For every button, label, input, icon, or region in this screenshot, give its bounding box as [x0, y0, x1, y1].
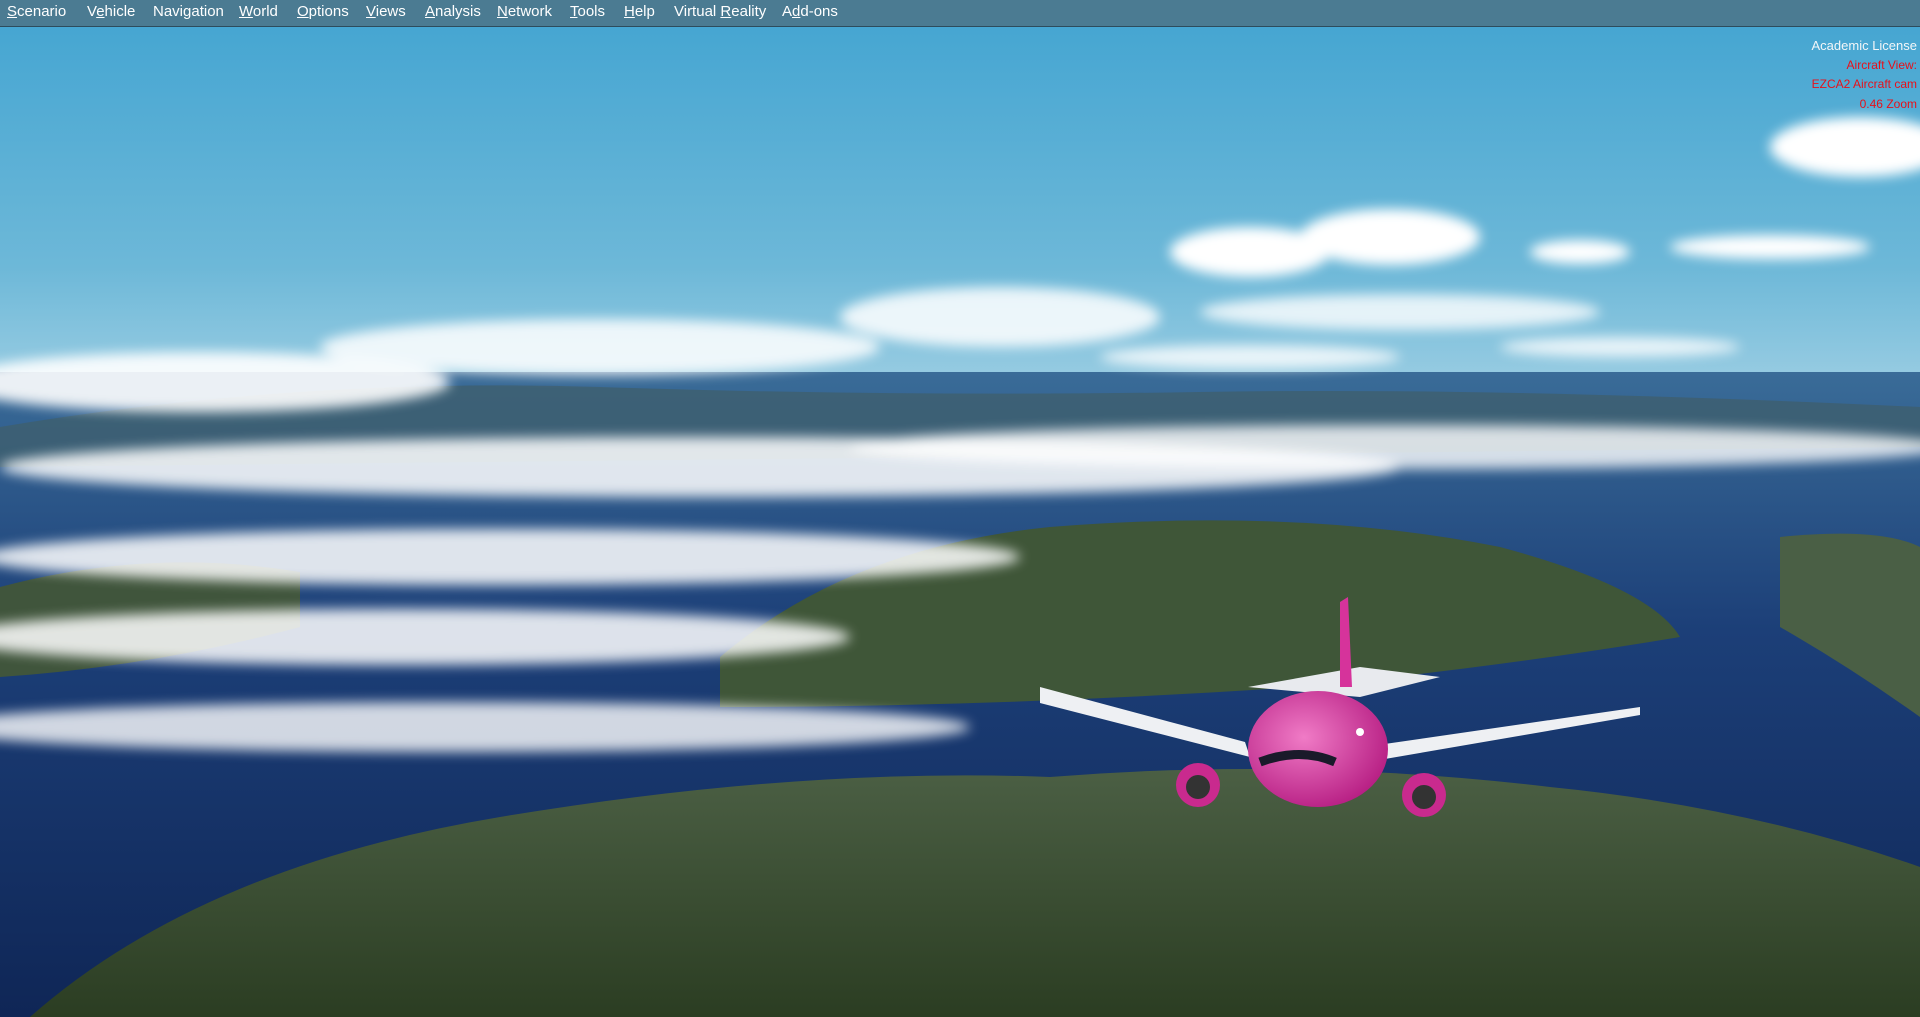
- menu-options[interactable]: Options: [297, 3, 349, 20]
- camera-name: EZCA2 Aircraft cam: [1811, 77, 1917, 91]
- menu-virtual-reality[interactable]: Virtual Reality: [674, 3, 766, 20]
- menu-navigation[interactable]: Navigation: [153, 3, 224, 20]
- menu-analysis[interactable]: Analysis: [425, 3, 481, 20]
- menu-network[interactable]: Network: [497, 3, 552, 20]
- simulator-viewport[interactable]: [0, 27, 1920, 1017]
- menu-bar: Scenario Vehicle Navigation World Option…: [0, 0, 1920, 27]
- menu-world[interactable]: World: [239, 3, 278, 20]
- menu-help[interactable]: Help: [624, 3, 655, 20]
- view-info-overlay: Academic License Aircraft View: EZCA2 Ai…: [1812, 36, 1918, 114]
- license-label: Academic License: [1811, 38, 1918, 53]
- zoom-level: 0.46 Zoom: [1859, 96, 1917, 111]
- menu-tools[interactable]: Tools: [570, 3, 605, 20]
- view-label: Aircraft View:: [1846, 57, 1917, 72]
- menu-add-ons[interactable]: Add-ons: [782, 3, 838, 20]
- menu-vehicle[interactable]: Vehicle: [87, 3, 135, 20]
- menu-scenario[interactable]: Scenario: [7, 3, 66, 20]
- menu-views[interactable]: Views: [366, 3, 406, 20]
